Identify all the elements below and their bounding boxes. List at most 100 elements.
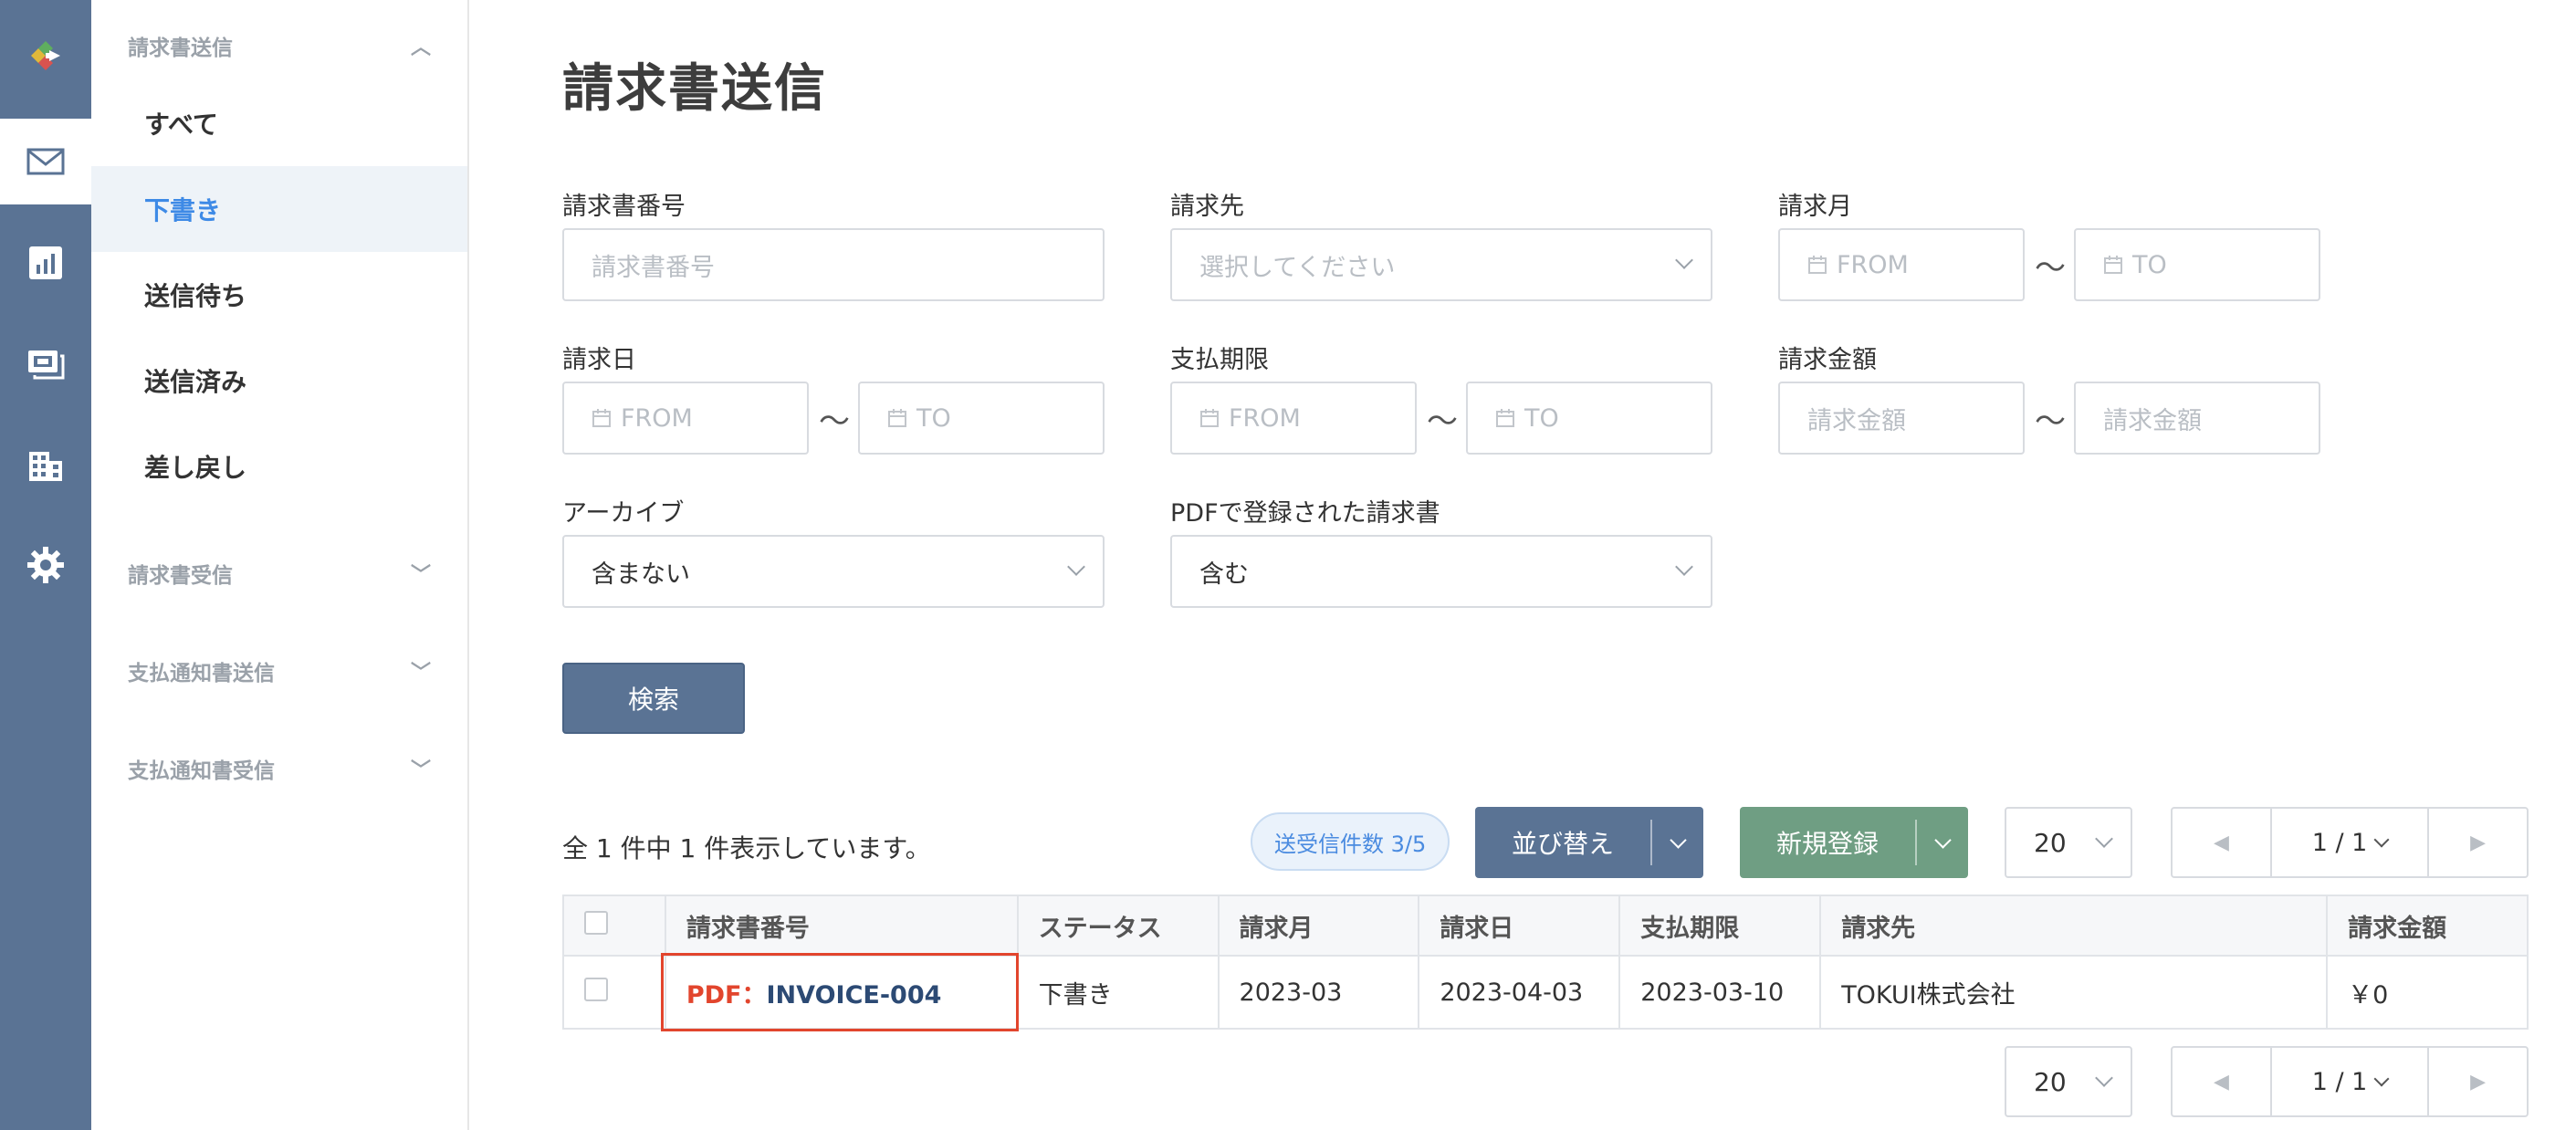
range-separator: 〜	[819, 403, 850, 440]
sidebar-item-label: 送信待ち	[144, 281, 247, 311]
chart-icon[interactable]	[0, 220, 91, 306]
next-icon: ▶	[2470, 831, 2487, 854]
nav-group-invoice-receive[interactable]: 請求書受信 ﹀	[128, 555, 431, 591]
page-select[interactable]: 1 / 1	[2269, 1048, 2430, 1115]
sidebar-item-waiting[interactable]: 送信待ち	[91, 252, 467, 338]
billing-month-from-input[interactable]: FROM	[1778, 228, 2025, 301]
new-dropdown-toggle[interactable]	[1915, 820, 1968, 865]
sidebar-item-returned[interactable]: 差し戻し	[91, 424, 467, 509]
nav-group-label: 支払通知書送信	[128, 662, 275, 685]
sidebar-item-label: 下書き	[144, 195, 222, 225]
amount-to-input[interactable]: 請求金額	[2074, 382, 2320, 455]
search-button[interactable]: 検索	[562, 663, 745, 734]
calendar-icon	[1200, 409, 1219, 427]
range-separator: 〜	[2035, 403, 2066, 440]
prev-page-button[interactable]: ◀	[2173, 1048, 2270, 1115]
payment-icon[interactable]	[0, 320, 91, 406]
date-cell: 2023-04-03	[1418, 955, 1621, 1030]
archive-label: アーカイブ	[562, 499, 685, 528]
due-date-from-input[interactable]: FROM	[1170, 382, 1417, 455]
row-checkbox[interactable]	[584, 977, 608, 1001]
select-value: 含まない	[592, 560, 690, 589]
invoice-number-cell[interactable]: PDF：INVOICE-004	[660, 953, 1019, 1031]
column-header[interactable]: 請求金額	[2326, 895, 2529, 957]
select-value: 含む	[1199, 560, 1249, 589]
nav-group-label: 支払通知書受信	[128, 759, 275, 783]
invoice-table: 請求書番号 ステータス 請求月 請求日 支払期限 請求先 請求金額 PDF：IN…	[562, 895, 2529, 1031]
range-separator: 〜	[1427, 403, 1458, 440]
placeholder-text: TO	[1524, 403, 1559, 433]
sort-dropdown-toggle[interactable]	[1650, 820, 1703, 865]
next-page-button[interactable]: ▶	[2429, 1048, 2527, 1115]
sidebar-item-label: すべて	[144, 110, 218, 140]
chevron-down-icon: ﹀	[410, 662, 431, 685]
main-content: 請求書送信 請求書番号 請求書番号 請求先 選択してください 請求月 FROM …	[471, 0, 2576, 1130]
placeholder-text: 請求金額	[1807, 406, 1906, 435]
pdf-registered-select[interactable]: 含む	[1170, 535, 1712, 608]
gear-icon[interactable]	[0, 522, 91, 608]
placeholder-text: FROM	[1229, 403, 1301, 433]
column-header[interactable]: 請求日	[1418, 895, 1621, 957]
sidebar-item-all[interactable]: すべて	[91, 80, 467, 166]
month-cell: 2023-03	[1217, 955, 1420, 1030]
amount-label: 請求金額	[1778, 346, 1877, 374]
select-value: 20	[2034, 827, 2067, 858]
pagination-bottom: ◀ 1 / 1 ▶	[2171, 1046, 2529, 1117]
due-cell: 2023-03-10	[1618, 955, 1822, 1030]
column-header[interactable]: ステータス	[1016, 895, 1220, 957]
column-header[interactable]: 請求先	[1819, 895, 2329, 957]
billing-date-to-input[interactable]: TO	[858, 382, 1105, 455]
status-badge: 送受信件数 3/5	[1251, 812, 1450, 871]
billing-to-select[interactable]: 選択してください	[1170, 228, 1712, 301]
logo-icon[interactable]	[0, 15, 91, 97]
chevron-down-icon	[2095, 1069, 2113, 1087]
building-icon[interactable]	[0, 422, 91, 507]
placeholder-text: 請求金額	[2103, 406, 2202, 435]
chevron-down-icon	[2095, 830, 2113, 848]
nav-group-invoice-send[interactable]: 請求書送信 ︿	[128, 27, 431, 64]
invoice-number-input[interactable]: 請求書番号	[562, 228, 1105, 301]
mail-icon[interactable]	[0, 119, 91, 204]
placeholder-text: FROM	[1837, 250, 1909, 279]
billing-date-from-input[interactable]: FROM	[562, 382, 809, 455]
calendar-icon	[888, 409, 906, 427]
nav-group-payment-send[interactable]: 支払通知書送信 ﹀	[128, 653, 431, 689]
prev-icon: ◀	[2213, 831, 2229, 854]
sort-button-group: 並び替え	[1475, 807, 1703, 878]
billing-month-to-input[interactable]: TO	[2074, 228, 2320, 301]
range-separator: 〜	[2035, 250, 2066, 287]
calendar-icon	[592, 409, 611, 427]
table-header-row: 請求書番号 ステータス 請求月 請求日 支払期限 請求先 請求金額	[562, 895, 2529, 957]
chevron-down-icon	[1669, 831, 1687, 849]
amount-from-input[interactable]: 請求金額	[1778, 382, 2025, 455]
column-header[interactable]: 請求書番号	[664, 895, 1019, 957]
next-page-button[interactable]: ▶	[2429, 809, 2527, 876]
status-cell: 下書き	[1016, 955, 1220, 1030]
nav-group-payment-receive[interactable]: 支払通知書受信 ﹀	[128, 750, 431, 787]
per-page-select-bottom[interactable]: 20	[2005, 1046, 2132, 1117]
new-register-button[interactable]: 新規登録	[1740, 807, 1915, 878]
chevron-down-icon	[1675, 251, 1693, 269]
sidebar-item-sent[interactable]: 送信済み	[91, 338, 467, 424]
archive-select[interactable]: 含まない	[562, 535, 1105, 608]
chevron-down-icon	[1675, 558, 1693, 576]
per-page-select-top[interactable]: 20	[2005, 807, 2132, 878]
table-row[interactable]: PDF：INVOICE-004 下書き 2023-03 2023-04-03 2…	[562, 953, 2529, 1031]
sidebar-item-draft[interactable]: 下書き	[91, 166, 467, 252]
column-header[interactable]: 支払期限	[1618, 895, 1822, 957]
sort-button[interactable]: 並び替え	[1475, 807, 1650, 878]
sidebar-item-label: 差し戻し	[144, 453, 247, 483]
placeholder-text: TO	[916, 403, 951, 433]
prev-icon: ◀	[2213, 1070, 2229, 1093]
page-title: 請求書送信	[562, 59, 827, 119]
calendar-icon	[1496, 409, 1514, 427]
page-label: 1 / 1	[2311, 1067, 2368, 1096]
select-all-cell	[562, 895, 666, 957]
due-date-to-input[interactable]: TO	[1466, 382, 1712, 455]
sidebar-item-label: 送信済み	[144, 367, 247, 397]
page-select[interactable]: 1 / 1	[2269, 809, 2430, 876]
select-all-checkbox[interactable]	[584, 910, 608, 935]
prev-page-button[interactable]: ◀	[2173, 809, 2270, 876]
column-header[interactable]: 請求月	[1217, 895, 1420, 957]
chevron-down-icon	[2373, 1071, 2390, 1087]
